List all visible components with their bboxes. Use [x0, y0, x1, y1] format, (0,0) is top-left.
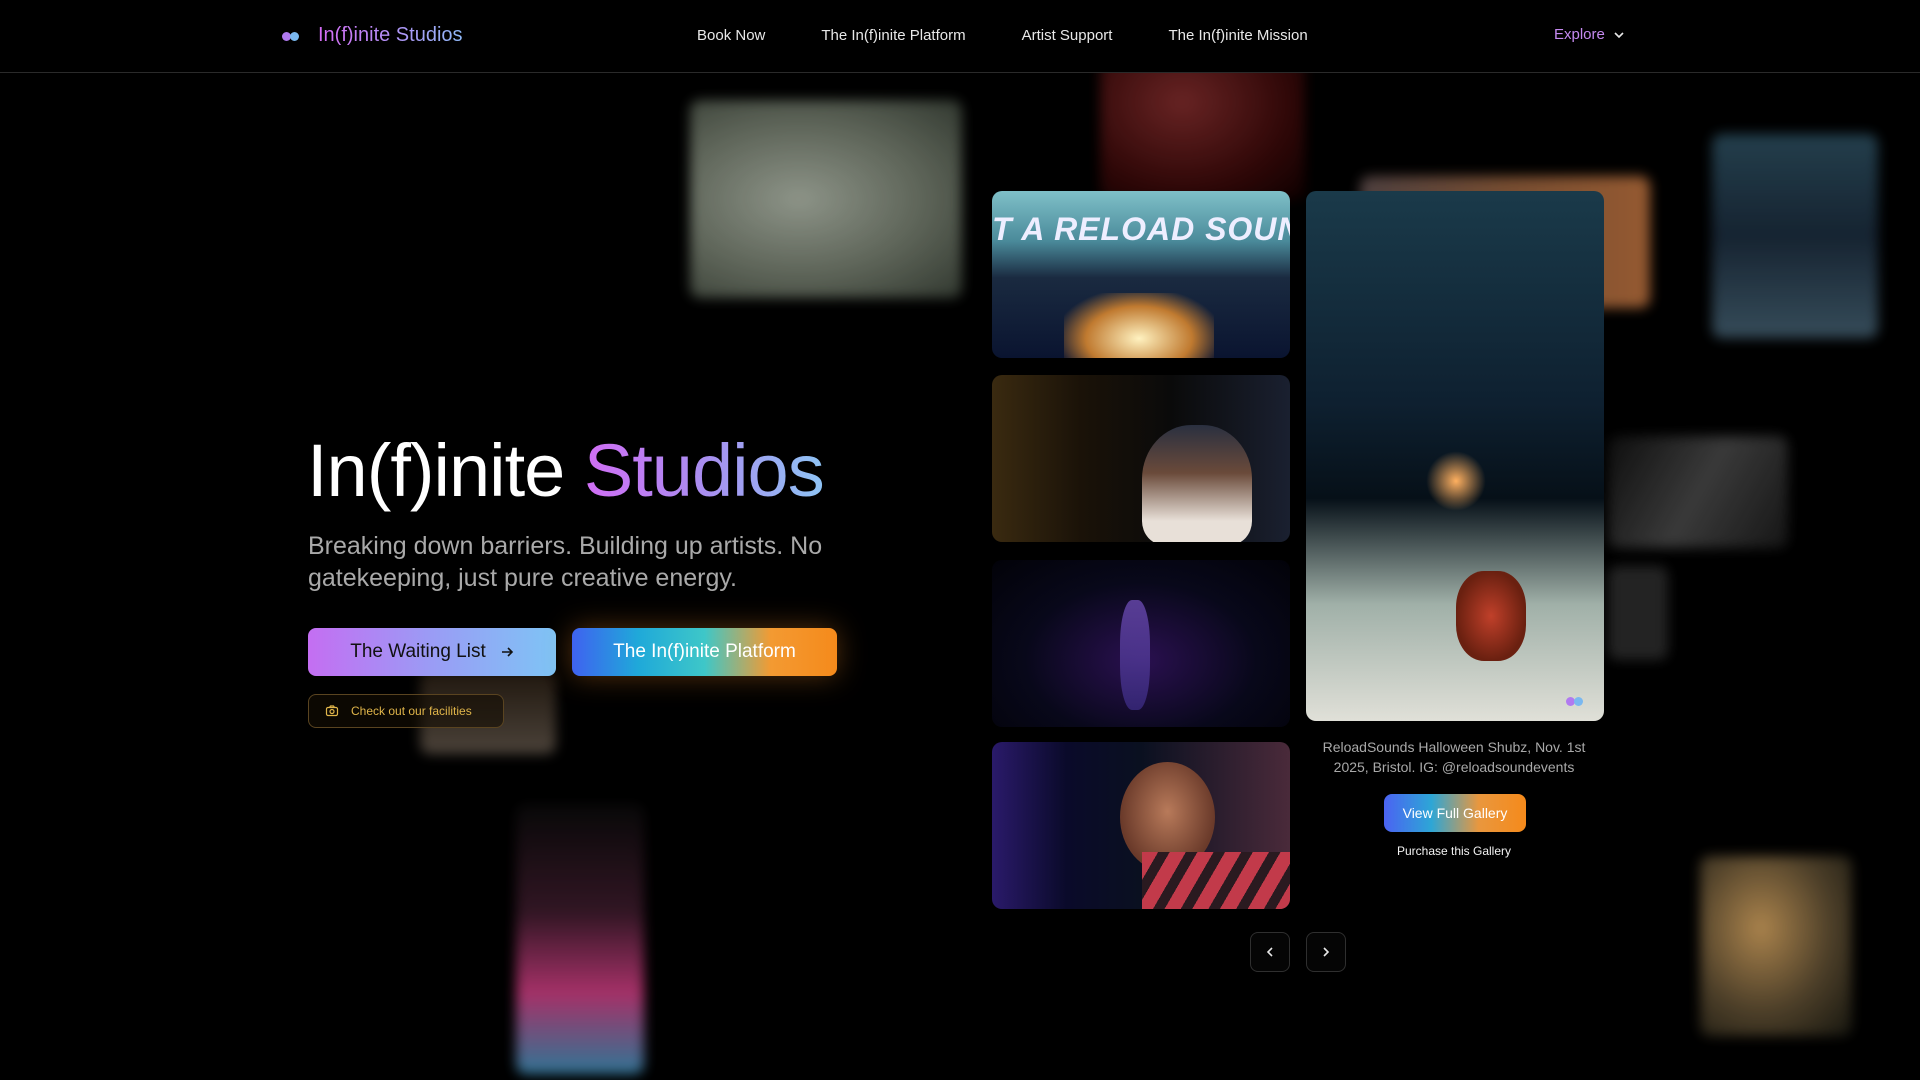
gallery-next-button[interactable]: [1306, 932, 1346, 972]
chevron-down-icon: [1614, 31, 1624, 38]
platform-button[interactable]: The In(f)inite Platform: [572, 628, 837, 676]
arrow-right-icon: [501, 647, 513, 657]
nav-link-book-now[interactable]: Book Now: [697, 27, 765, 44]
waiting-list-label: The Waiting List: [350, 641, 486, 662]
gallery-portrait-figure: [1142, 425, 1252, 542]
gallery-photo-reload-sign[interactable]: T A RELOAD SOUN: [992, 191, 1290, 358]
brand-name[interactable]: In(f)inite Studios: [318, 24, 463, 47]
hero-title-accent: Studios: [583, 429, 825, 512]
gallery-sign-text: T A RELOAD SOUN: [992, 211, 1290, 247]
bg-photo-red-portrait: [1100, 60, 1305, 200]
hero-title-plain: In(f)inite: [307, 429, 565, 512]
explore-dropdown[interactable]: Explore: [1554, 26, 1625, 43]
brand-logo-icon: [282, 29, 302, 43]
gallery-watermark-logo-icon: [1566, 695, 1586, 707]
camera-icon: [325, 705, 339, 717]
nav-links: Book Now The In(f)inite Platform Artist …: [697, 27, 1308, 44]
facilities-label: Check out our facilities: [351, 704, 472, 718]
view-full-gallery-label: View Full Gallery: [1402, 805, 1508, 821]
bg-photo-waves: [690, 100, 962, 298]
bg-photo-smoke: [1700, 856, 1852, 1036]
gallery-photo-portrait[interactable]: [992, 375, 1290, 542]
brand[interactable]: In(f)inite Studios: [282, 24, 463, 47]
gallery-photo-crowd-featured[interactable]: [1306, 191, 1604, 721]
bg-photo-pink-crowd: [516, 804, 644, 1074]
gallery-photo-makeup[interactable]: [992, 742, 1290, 909]
view-full-gallery-button[interactable]: View Full Gallery: [1384, 794, 1526, 832]
bg-photo-grey: [1608, 566, 1668, 660]
nav-link-platform[interactable]: The In(f)inite Platform: [821, 27, 965, 44]
waiting-list-button[interactable]: The Waiting List: [308, 628, 556, 676]
explore-label: Explore: [1554, 26, 1605, 43]
hero-title: In(f)inite Studios: [307, 428, 825, 513]
hero-subtitle: Breaking down barriers. Building up arti…: [308, 532, 823, 592]
gallery-makeup-sweater: [1142, 852, 1290, 909]
gallery-sign-glow: [1064, 293, 1214, 358]
top-nav: In(f)inite Studios Book Now The In(f)ini…: [0, 0, 1920, 73]
gallery-caption: ReloadSounds Halloween Shubz, Nov. 1st 2…: [1322, 739, 1586, 775]
chevron-left-icon: [1266, 947, 1273, 957]
nav-link-artist-support[interactable]: Artist Support: [1022, 27, 1113, 44]
facilities-button[interactable]: Check out our facilities: [308, 694, 504, 728]
bg-photo-bw: [1608, 436, 1788, 548]
chevron-right-icon: [1323, 947, 1330, 957]
gallery-prev-button[interactable]: [1250, 932, 1290, 972]
nav-link-mission[interactable]: The In(f)inite Mission: [1168, 27, 1307, 44]
gallery-crowd-redhead: [1456, 571, 1526, 661]
gallery-photo-dark-stage[interactable]: [992, 560, 1290, 727]
gallery-crowd-lamps: [1426, 451, 1486, 511]
bg-photo-crowd-right: [1712, 134, 1878, 338]
platform-button-label: The In(f)inite Platform: [613, 641, 796, 662]
purchase-gallery-link[interactable]: Purchase this Gallery: [1306, 844, 1602, 858]
gallery-stage-light: [1120, 600, 1150, 710]
